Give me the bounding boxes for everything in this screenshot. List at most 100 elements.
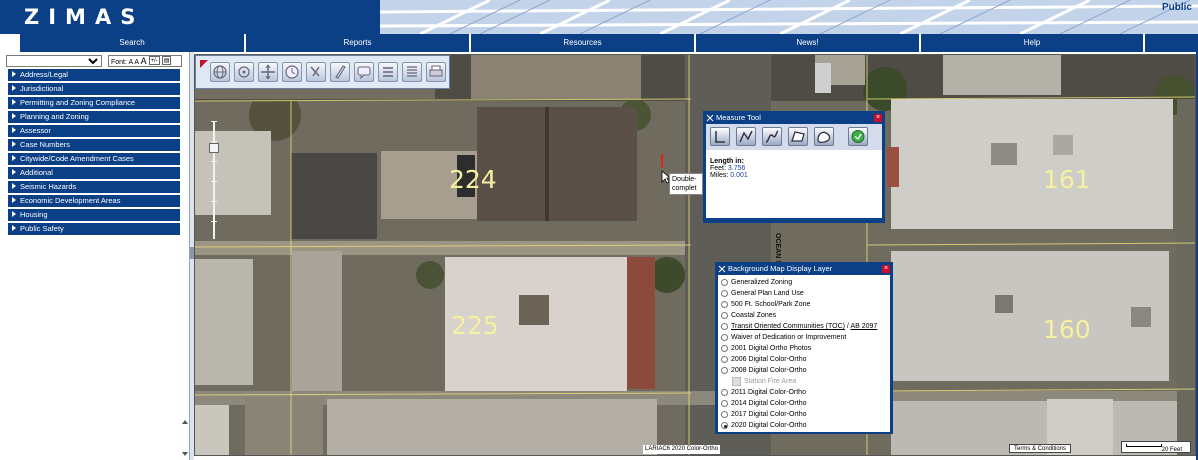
radio-button[interactable]	[721, 290, 728, 297]
category-label: Additional	[20, 168, 53, 177]
radio-button[interactable]	[721, 279, 728, 286]
toc-link[interactable]: Transit Oriented Communities (TOC)	[731, 323, 845, 330]
layer-option[interactable]: 2008 Digital Color-Ortho	[720, 365, 888, 376]
category-case-numbers[interactable]: Case Numbers	[8, 139, 180, 151]
zoom-slider-thumb[interactable]	[209, 143, 219, 153]
zoom-tick	[211, 221, 217, 222]
nav-tab-resources[interactable]: Resources	[471, 34, 696, 52]
print-icon[interactable]: ▤	[161, 56, 172, 65]
radio-button[interactable]	[721, 334, 728, 341]
layer-option[interactable]: 2006 Digital Color-Ortho	[720, 354, 888, 365]
category-label: Seismic Hazards	[20, 182, 77, 191]
font-medium-button[interactable]: A	[134, 59, 138, 66]
layer-option[interactable]: 500 Ft. School/Park Zone	[720, 299, 888, 310]
left-toolbar: Font: A A A +/- ▤	[6, 55, 182, 67]
nav-tab-reports[interactable]: Reports	[246, 34, 471, 52]
category-housing[interactable]: Housing	[8, 209, 180, 221]
pencil-icon[interactable]	[330, 62, 350, 82]
miles-value: 0.001	[730, 172, 748, 179]
radio-button-selected[interactable]	[721, 422, 728, 429]
category-citywide-code[interactable]: Citywide/Code Amendment Cases	[8, 153, 180, 165]
checkbox-disabled	[732, 377, 741, 386]
measure-tool-title: Measure Tool	[716, 113, 761, 122]
layer-option[interactable]: Generalized Zoning	[720, 277, 888, 288]
radio-button[interactable]	[721, 356, 728, 363]
checklist-icon[interactable]	[378, 62, 398, 82]
measure-area-icon[interactable]	[788, 127, 808, 146]
font-label: Font:	[111, 59, 127, 66]
comment-icon[interactable]	[354, 62, 374, 82]
category-seismic-hazards[interactable]: Seismic Hazards	[8, 181, 180, 193]
locate-icon[interactable]	[234, 62, 254, 82]
radio-button[interactable]	[721, 301, 728, 308]
layer-option[interactable]: Waiver of Dedication or Improvement	[720, 332, 888, 343]
measure-freehand-icon[interactable]	[762, 127, 782, 146]
globe-icon[interactable]	[210, 62, 230, 82]
layer-option-selected[interactable]: 2020 Digital Color-Ortho	[720, 420, 888, 431]
list-icon[interactable]	[402, 62, 422, 82]
category-additional[interactable]: Additional	[8, 167, 180, 179]
miles-label: Miles:	[710, 172, 729, 179]
radio-button[interactable]	[721, 312, 728, 319]
font-small-button[interactable]: A	[129, 59, 133, 66]
background-layer-header[interactable]: Background Map Display Layer ×	[716, 263, 892, 275]
pan-icon[interactable]	[258, 62, 278, 82]
radio-button[interactable]	[721, 400, 728, 407]
radio-button[interactable]	[721, 389, 728, 396]
measure-result: Length in: Feet: 3.756 Miles: 0.001	[706, 150, 882, 218]
font-size-control: Font: A A A +/- ▤	[108, 55, 182, 67]
zoom-tick	[211, 201, 217, 202]
radio-button[interactable]	[721, 411, 728, 418]
category-economic-development[interactable]: Economic Development Areas	[8, 195, 180, 207]
nav-tab-news[interactable]: News!	[696, 34, 921, 52]
toolbar-collapse-icon[interactable]	[199, 59, 209, 69]
map-view[interactable]: 224 225 161 160 OCEAN ST Double- complet	[194, 54, 1196, 456]
print-icon[interactable]	[426, 62, 446, 82]
measure-distance-icon[interactable]	[736, 127, 756, 146]
radio-button[interactable]	[721, 367, 728, 374]
nav-tab-help[interactable]: Help	[921, 34, 1145, 52]
clear-measure-icon[interactable]	[848, 127, 868, 146]
radio-button[interactable]	[721, 323, 728, 330]
zoom-slider[interactable]	[209, 121, 219, 243]
ab2097-link[interactable]: AB 2097	[850, 323, 877, 330]
category-label: Economic Development Areas	[20, 196, 121, 205]
radio-button[interactable]	[721, 345, 728, 352]
app-logo[interactable]: ZIMAS	[24, 5, 144, 29]
layer-option-label: 2020 Digital Color-Ortho	[731, 422, 807, 429]
identify-icon[interactable]	[306, 62, 326, 82]
category-assessor[interactable]: Assessor	[8, 125, 180, 137]
category-planning-zoning[interactable]: Planning and Zoning	[8, 111, 180, 123]
layer-option[interactable]: 2014 Digital Color-Ortho	[720, 398, 888, 409]
layer-option[interactable]: General Plan Land Use	[720, 288, 888, 299]
zoom-tick	[211, 121, 217, 122]
measure-tool-header[interactable]: Measure Tool ×	[704, 112, 884, 124]
close-icon[interactable]: ×	[874, 114, 882, 122]
category-jurisdictional[interactable]: Jurisdictional	[8, 83, 180, 95]
left-scrollbar[interactable]	[182, 420, 188, 456]
layer-option[interactable]: 2001 Digital Ortho Photos	[720, 343, 888, 354]
measure-point-icon[interactable]	[710, 127, 730, 146]
nav-tab-search[interactable]: Search	[20, 34, 246, 52]
font-toggle-button[interactable]: +/-	[148, 56, 160, 65]
layer-option-label: Station Fire Area	[744, 378, 797, 385]
window-grip-icon	[718, 265, 726, 273]
layer-option-label: 2008 Digital Color-Ortho	[731, 367, 807, 374]
layer-option-label: 2011 Digital Color-Ortho	[731, 389, 806, 396]
measure-freehand-area-icon[interactable]	[814, 127, 834, 146]
background-layer-panel: Background Map Display Layer × Generaliz…	[715, 262, 893, 434]
search-type-select[interactable]	[6, 55, 102, 67]
category-address-legal[interactable]: Address/Legal	[8, 69, 180, 81]
expand-arrow-icon	[12, 183, 16, 189]
close-icon[interactable]: ×	[882, 265, 890, 273]
terms-link[interactable]: Terms & Conditions	[1009, 444, 1072, 453]
font-large-button[interactable]: A	[141, 56, 147, 66]
clock-icon[interactable]	[282, 62, 302, 82]
category-public-safety[interactable]: Public Safety	[8, 223, 180, 235]
layer-option[interactable]: Transit Oriented Communities (TOC) / AB …	[720, 321, 888, 332]
layer-option[interactable]: 2017 Digital Color-Ortho	[720, 409, 888, 420]
layer-option[interactable]: Coastal Zones	[720, 310, 888, 321]
tooltip-line-1: Double-	[672, 176, 697, 183]
layer-option[interactable]: 2011 Digital Color-Ortho	[720, 387, 888, 398]
category-permitting-zoning[interactable]: Permitting and Zoning Compliance	[8, 97, 180, 109]
